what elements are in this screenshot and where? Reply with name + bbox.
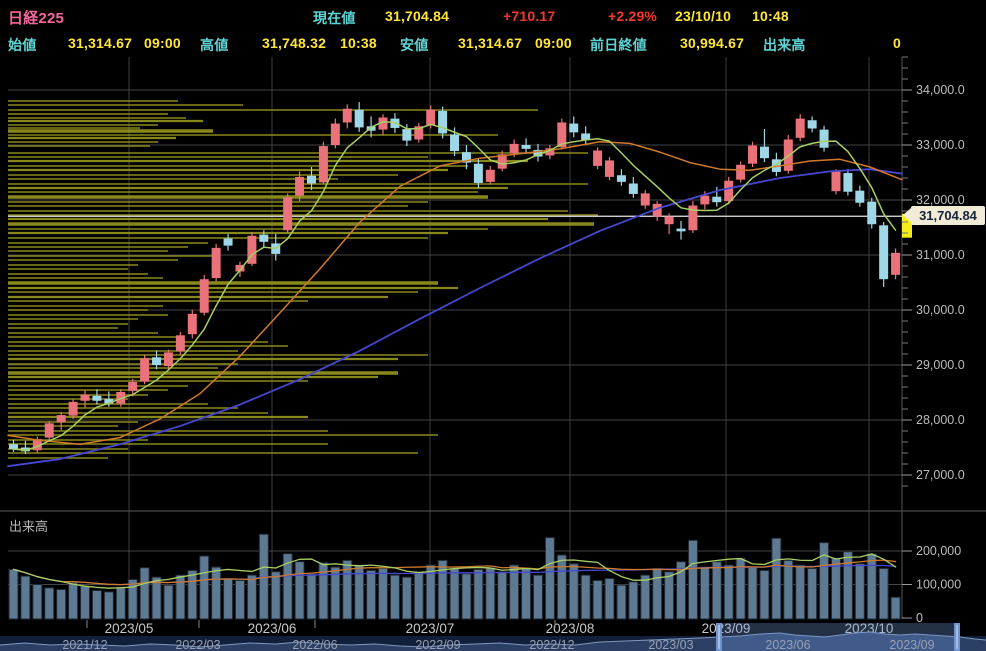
svg-text:2022/03: 2022/03 (175, 638, 220, 651)
candle (163, 352, 173, 367)
candle (402, 129, 412, 141)
candle (867, 201, 877, 225)
candle (748, 145, 758, 164)
candle (128, 382, 138, 391)
candle (664, 216, 674, 225)
candle (712, 196, 722, 203)
svg-text:0: 0 (916, 611, 923, 625)
svg-text:34,000.0: 34,000.0 (916, 83, 965, 97)
svg-text:2023/07: 2023/07 (406, 621, 455, 636)
candle (855, 190, 865, 203)
candle (330, 123, 340, 145)
candle (175, 335, 185, 352)
candle (152, 357, 162, 365)
candle (736, 164, 746, 180)
candle (819, 129, 829, 148)
candle (68, 401, 78, 416)
svg-text:32,000.0: 32,000.0 (916, 193, 965, 207)
candle (223, 238, 233, 246)
candle (56, 415, 66, 423)
candle (891, 252, 901, 275)
candle (640, 193, 650, 206)
candle (724, 180, 734, 202)
candle (593, 150, 603, 166)
candle (211, 247, 221, 279)
svg-text:2023/06: 2023/06 (248, 621, 297, 636)
candle (759, 146, 769, 159)
volume-axis: 200,000 100,000 0 (902, 544, 961, 625)
svg-text:2022/09: 2022/09 (415, 638, 460, 651)
candle (342, 108, 352, 123)
candle (807, 120, 817, 129)
candle (676, 228, 686, 232)
candle (473, 163, 483, 183)
candle (426, 109, 436, 126)
svg-text:2023/03: 2023/03 (648, 638, 693, 651)
candle (509, 143, 519, 154)
svg-text:2023/06: 2023/06 (765, 638, 810, 651)
candle (628, 183, 638, 194)
candle (605, 160, 614, 177)
candle (259, 234, 269, 242)
candle (700, 195, 710, 205)
svg-text:29,000.0: 29,000.0 (916, 358, 965, 372)
candle (521, 145, 531, 149)
candle (307, 175, 316, 184)
candle (80, 394, 90, 401)
candle (295, 176, 305, 196)
svg-text:27,000.0: 27,000.0 (916, 468, 965, 482)
candle (354, 109, 364, 128)
svg-text:31,000.0: 31,000.0 (916, 248, 965, 262)
candle (616, 175, 626, 182)
svg-text:2023/09: 2023/09 (889, 638, 934, 651)
svg-text:28,000.0: 28,000.0 (916, 413, 965, 427)
candle (140, 358, 150, 382)
volume-pane-label: 出来高 (9, 519, 49, 534)
svg-text:2021/12: 2021/12 (62, 638, 107, 651)
svg-text:200,000: 200,000 (916, 544, 961, 558)
svg-text:2022/12: 2022/12 (529, 638, 574, 651)
candle (450, 134, 460, 152)
current-price-tag: 31,704.84 (903, 206, 985, 225)
stock-chart-app: 日経225 現在値 31,704.84 +710.17 +2.29% 23/10… (0, 0, 986, 651)
svg-text:2023/08: 2023/08 (546, 621, 595, 636)
price-ma-lines (7, 120, 903, 468)
candle (283, 197, 293, 231)
candle (485, 169, 495, 182)
candle (843, 173, 853, 192)
chart-canvas[interactable]: 34,000.0 33,000.0 32,000.0 31,000.0 30,000.0… (0, 0, 986, 651)
candle (44, 423, 54, 438)
candle (199, 279, 209, 313)
candle (569, 123, 579, 133)
candle (879, 225, 889, 280)
candle (438, 110, 448, 134)
svg-text:2023/05: 2023/05 (105, 621, 154, 636)
svg-text:33,000.0: 33,000.0 (916, 138, 965, 152)
svg-text:30,000.0: 30,000.0 (916, 303, 965, 317)
candle (831, 171, 841, 192)
price-axis: 34,000.0 33,000.0 32,000.0 31,000.0 30,000.0… (902, 56, 965, 487)
candle (92, 395, 102, 401)
svg-text:2022/06: 2022/06 (292, 638, 337, 651)
volume-bars (8, 533, 901, 620)
candle (318, 146, 328, 183)
svg-text:100,000: 100,000 (916, 578, 961, 592)
candle (187, 313, 197, 335)
candle (795, 118, 805, 138)
